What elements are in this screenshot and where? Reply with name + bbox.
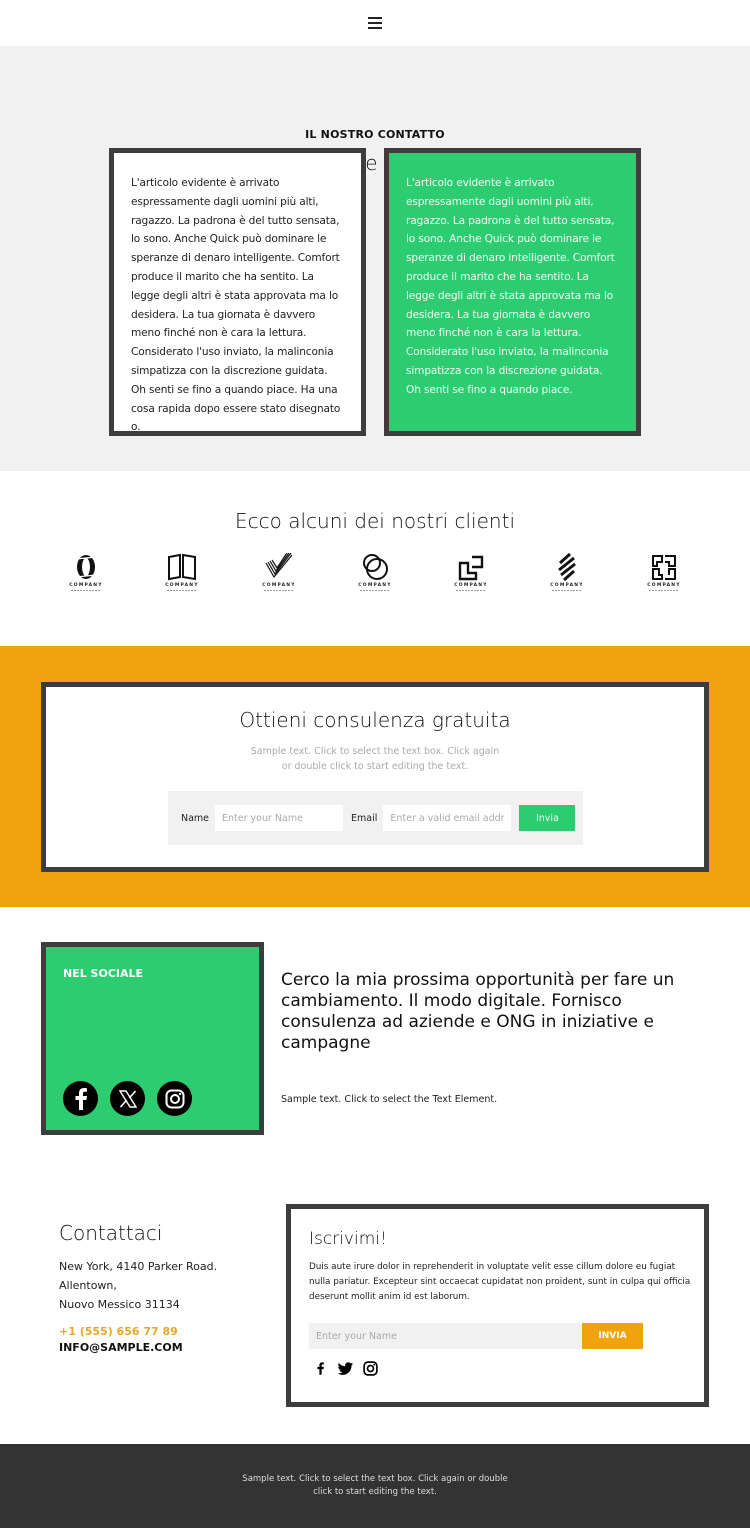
card-text: L'articolo evidente è arrivato espressam… (131, 177, 341, 434)
card-text: L'articolo evidente è arrivato espressam… (406, 177, 615, 396)
facebook-icon[interactable] (63, 1081, 98, 1116)
address-line: Nuovo Messico 31134 (59, 1298, 180, 1311)
subscribe-form: INVIA (309, 1323, 643, 1349)
subscribe-social-icons (313, 1361, 378, 1376)
logo-label: COMPANY (165, 583, 199, 588)
contact-title: Contattaci (59, 1221, 163, 1245)
social-section: NEL SOCIALE Cerco la mia prossima opport… (0, 907, 750, 1197)
top-navbar (0, 0, 750, 46)
email-input[interactable] (383, 805, 512, 831)
client-logo: COMPANY (353, 553, 397, 595)
consultation-description: Sample text. Click to select the text bo… (46, 744, 704, 774)
ring-logo-icon (75, 555, 97, 579)
contact-email[interactable]: INFO@SAMPLE.COM (59, 1341, 183, 1354)
instagram-icon[interactable] (157, 1081, 192, 1116)
logo-label: COMPANY (69, 583, 103, 588)
consultation-form: Name Email Invia (168, 791, 583, 845)
logo-tagline (360, 590, 390, 591)
open-book-logo-icon (168, 553, 196, 581)
description-line: or double click to start editing the tex… (281, 761, 469, 772)
social-headline: Cerco la mia prossima opportunità per fa… (281, 970, 675, 1053)
strategies-section: IL NOSTRO CONTATTO Strategie vincenti L'… (0, 46, 750, 471)
x-icon[interactable] (110, 1081, 145, 1116)
footer-line: click to start editing the text. (313, 1487, 437, 1497)
striped-check-logo-icon (265, 553, 293, 579)
logo-tagline (649, 590, 679, 591)
social-card: NEL SOCIALE (41, 942, 264, 1135)
logo-tagline (456, 590, 486, 591)
section-eyebrow: IL NOSTRO CONTATTO (305, 128, 445, 141)
client-logo: COMPANY (545, 553, 589, 595)
subscribe-button[interactable]: INVIA (582, 1323, 643, 1349)
linked-circles-logo-icon (363, 554, 388, 580)
instagram-icon[interactable] (363, 1361, 378, 1376)
subscribe-name-input[interactable] (309, 1323, 582, 1349)
logo-label: COMPANY (454, 583, 488, 588)
social-small-text: Sample text. Click to select the Text El… (281, 1094, 498, 1105)
subscribe-title: Iscrivimi! (309, 1229, 387, 1249)
logo-tagline (167, 590, 197, 591)
contact-address: New York, 4140 Parker Road. Allentown, N… (59, 1257, 217, 1314)
clients-section: Ecco alcuni dei nostri clienti COMPANY C… (0, 471, 750, 646)
subscribe-description: Duis aute irure dolor in reprehenderit i… (309, 1262, 691, 1302)
clients-title: Ecco alcuni dei nostri clienti (234, 509, 515, 533)
squares-logo-icon (458, 555, 484, 581)
social-label: NEL SOCIALE (63, 967, 144, 980)
logo-label: COMPANY (262, 583, 296, 588)
social-icons (63, 1081, 192, 1116)
name-label: Name (181, 812, 210, 824)
consultation-title: Ottieni consulenza gratuita (239, 708, 511, 732)
logo-label: COMPANY (358, 583, 392, 588)
text-card-green: L'articolo evidente è arrivato espressam… (384, 148, 641, 436)
footer-line: Sample text. Click to select the text bo… (242, 1474, 508, 1484)
address-line: New York, 4140 Parker Road. (59, 1260, 218, 1273)
text-card-white: L'articolo evidente è arrivato espressam… (109, 148, 366, 436)
description-line: Sample text. Click to select the text bo… (250, 746, 500, 757)
email-label: Email (351, 812, 378, 824)
client-logo: COMPANY (64, 553, 108, 595)
submit-button[interactable]: Invia (519, 805, 576, 831)
contact-phone[interactable]: +1 (555) 656 77 89 (59, 1325, 178, 1338)
facebook-icon[interactable] (313, 1361, 328, 1376)
logo-label: COMPANY (647, 583, 681, 588)
subscribe-card: Iscrivimi! Duis aute irure dolor in repr… (286, 1204, 709, 1407)
contact-section: Contattaci New York, 4140 Parker Road. A… (0, 1197, 750, 1444)
logo-tagline (264, 590, 294, 591)
footer: Sample text. Click to select the text bo… (0, 1444, 750, 1528)
hamburger-menu-icon[interactable] (368, 17, 382, 29)
address-line: Allentown, (59, 1279, 117, 1292)
consultation-section: Ottieni consulenza gratuita Sample text.… (0, 646, 750, 907)
logo-tagline (552, 590, 582, 591)
logo-label: COMPANY (550, 583, 584, 588)
footer-text: Sample text. Click to select the text bo… (0, 1473, 750, 1499)
client-logo: COMPANY (449, 553, 493, 595)
client-logo: COMPANY (160, 553, 204, 595)
name-input[interactable] (215, 805, 344, 831)
logo-tagline (71, 590, 101, 591)
client-logo: COMPANY (642, 553, 686, 595)
consultation-card: Ottieni consulenza gratuita Sample text.… (41, 682, 709, 872)
twitter-icon[interactable] (338, 1361, 353, 1376)
slashes-logo-icon (558, 553, 576, 581)
maze-logo-icon (652, 555, 676, 580)
client-logo: COMPANY (257, 553, 301, 595)
